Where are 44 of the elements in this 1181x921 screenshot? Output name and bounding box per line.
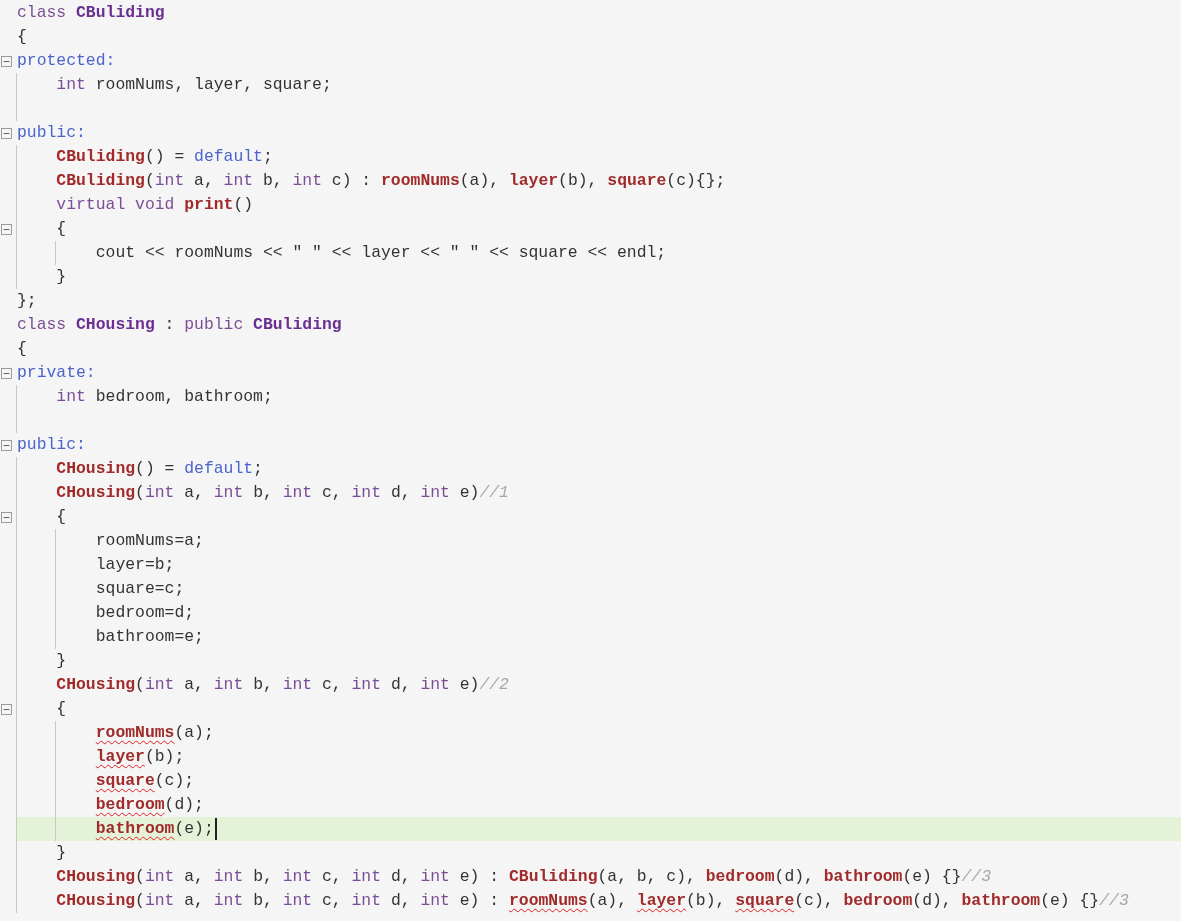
code-line: } — [56, 651, 67, 671]
code-line: protected: — [17, 51, 116, 71]
code-line: virtual void print() — [56, 195, 254, 215]
code-line: } — [56, 843, 67, 863]
collapse-icon[interactable] — [1, 55, 12, 67]
code-line: cout << roomNums << " " << layer << " " << square << endl; — [95, 243, 667, 263]
code-line: bathroom=e; — [95, 627, 204, 647]
code-line: } — [56, 267, 67, 287]
code-line: class CHousing : public CBuliding — [17, 315, 342, 335]
code-line: int roomNums, layer, square; — [56, 75, 332, 95]
code-line: roomNums=a; — [95, 531, 204, 551]
code-line: layer=b; — [95, 555, 175, 575]
code-line: CHousing(int a, int b, int c, int d, int e) : roomNums(a), layer(b), square(c), bedroom(d), bathroom(e) {}//3 — [56, 891, 1129, 911]
collapse-icon[interactable] — [1, 439, 12, 451]
code-line: { — [56, 219, 67, 239]
code-line: bedroom=d; — [95, 603, 195, 623]
code-line: private: — [17, 363, 96, 383]
code-line: CHousing(int a, int b, int c, int d, int e)//2 — [56, 675, 509, 695]
code-line: roomNums(a); — [95, 723, 214, 743]
code-line: CHousing(int a, int b, int c, int d, int e) : CBuliding(a, b, c), bedroom(d), bathroom(e) {}//3 — [56, 867, 991, 887]
collapse-icon[interactable] — [1, 703, 12, 715]
collapse-icon[interactable] — [1, 223, 12, 235]
code-line: layer(b); — [95, 747, 185, 767]
code-line: public: — [17, 435, 86, 455]
code-line: public: — [17, 123, 86, 143]
code-line: square(c); — [95, 771, 195, 791]
code-line: { — [17, 27, 27, 47]
collapse-icon[interactable] — [1, 367, 12, 379]
code-line: int bedroom, bathroom; — [56, 387, 273, 407]
text-cursor — [214, 818, 217, 840]
collapse-icon[interactable] — [1, 511, 12, 523]
code-line: CHousing() = default; — [56, 459, 263, 479]
code-line: square=c; — [95, 579, 185, 599]
code-line: { — [56, 507, 67, 527]
code-line: bathroom(e); — [95, 819, 214, 839]
collapse-icon[interactable] — [1, 127, 12, 139]
code-line: { — [17, 339, 27, 359]
code-line: CBuliding() = default; — [56, 147, 273, 167]
code-line: }; — [17, 291, 37, 311]
code-line: class CBuliding — [17, 3, 165, 23]
code-line: CHousing(int a, int b, int c, int d, int e)//1 — [56, 483, 509, 503]
code-line: { — [56, 699, 67, 719]
code-line: bedroom(d); — [95, 795, 204, 815]
code-line: CBuliding(int a, int b, int c) : roomNums(a), layer(b), square(c){}; — [56, 171, 726, 191]
